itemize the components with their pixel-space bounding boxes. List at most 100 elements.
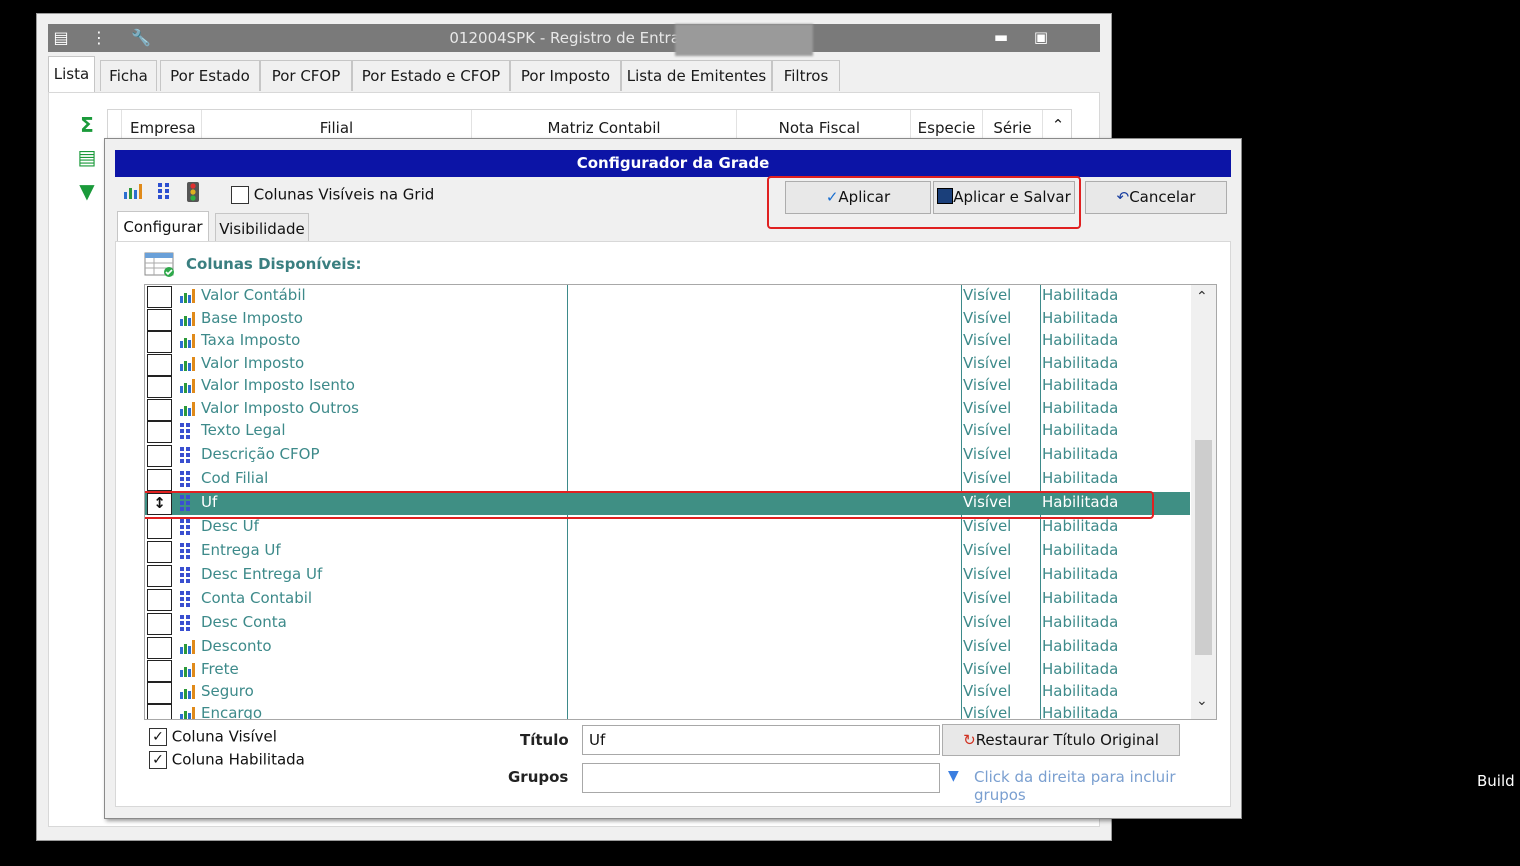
row-handle[interactable]	[147, 421, 172, 443]
row-handle[interactable]	[147, 517, 172, 539]
bar-chart-icon[interactable]	[123, 182, 143, 204]
tab-lista[interactable]: Lista	[48, 56, 95, 92]
grid-icon	[179, 566, 197, 584]
tab-filtros[interactable]: Filtros	[772, 60, 840, 91]
table-row[interactable]: Desc Uf Visível Habilitada	[145, 516, 1190, 539]
traffic-light-icon[interactable]	[183, 182, 203, 204]
row-handle[interactable]	[147, 565, 172, 587]
sum-icon[interactable]: Σ	[76, 114, 98, 136]
row-handle[interactable]	[147, 376, 172, 398]
tab-lista-emitentes[interactable]: Lista de Emitentes	[621, 60, 772, 91]
check-icon: ✓	[825, 188, 839, 206]
table-row[interactable]: Texto Legal Visível Habilitada	[145, 420, 1190, 443]
table-row[interactable]: Valor Imposto Visível Habilitada	[145, 353, 1190, 376]
groups-input[interactable]	[582, 763, 940, 793]
col-empresa[interactable]: Empresa	[122, 110, 202, 140]
column-visible-checkbox[interactable]: ✓	[149, 727, 167, 746]
bar-chart-icon	[179, 661, 197, 679]
export-icon[interactable]: ▤	[76, 146, 98, 168]
visible-columns-checkbox[interactable]	[231, 185, 249, 204]
restore-title-button[interactable]: ↻Restaurar Título Original	[942, 724, 1180, 756]
maximize-icon[interactable]: ▣	[1030, 28, 1052, 46]
table-row[interactable]: Descrição CFOP Visível Habilitada	[145, 444, 1190, 467]
row-handle[interactable]	[147, 541, 172, 563]
title-input[interactable]: Uf	[582, 725, 940, 755]
row-handle[interactable]	[147, 354, 172, 376]
table-row[interactable]: Conta Contabil Visível Habilitada	[145, 588, 1190, 611]
tab-por-estado[interactable]: Por Estado	[160, 60, 260, 91]
row-handle[interactable]	[147, 399, 172, 421]
tab-por-cfop[interactable]: Por CFOP	[260, 60, 352, 91]
tab-ficha[interactable]: Ficha	[100, 60, 157, 91]
column-visible-label: Coluna Visível	[171, 727, 277, 746]
table-row[interactable]: Desc Conta Visível Habilitada	[145, 612, 1190, 635]
bar-chart-icon	[179, 705, 197, 719]
groups-hint: Click da direita para incluir grupos	[974, 768, 1176, 804]
col-nota-fiscal[interactable]: Nota Fiscal	[737, 110, 911, 140]
row-label: Conta Contabil	[201, 589, 313, 607]
scroll-up-icon[interactable]: ⌃	[1044, 110, 1072, 140]
grid-scrollbar[interactable]: ⌃ ⌄	[1191, 285, 1216, 719]
bar-chart-icon	[179, 638, 197, 656]
col-especie[interactable]: Especie	[911, 110, 983, 140]
tab-configurar[interactable]: Configurar	[117, 211, 209, 243]
tab-por-imposto[interactable]: Por Imposto	[510, 60, 621, 91]
row-label: Base Imposto	[201, 309, 303, 327]
table-row[interactable]: Desc Entrega Uf Visível Habilitada	[145, 564, 1190, 587]
row-handle[interactable]	[147, 309, 172, 331]
row-label: Cod Filial	[201, 469, 269, 487]
dropdown-arrow-icon[interactable]: ▼	[948, 768, 959, 784]
table-row[interactable]: Valor Imposto Outros Visível Habilitada	[145, 398, 1190, 421]
table-row[interactable]: Valor Imposto Isento Visível Habilitada	[145, 375, 1190, 398]
row-handle[interactable]	[147, 682, 172, 704]
columns-grid[interactable]: Valor Contábil Visível Habilitada Base Impo…	[144, 284, 1217, 720]
table-row[interactable]: Encargo Visível Habilitada	[145, 703, 1190, 719]
column-enabled-checkbox[interactable]: ✓	[149, 750, 167, 769]
row-label: Texto Legal	[201, 421, 286, 439]
table-row[interactable]: Cod Filial Visível Habilitada	[145, 468, 1190, 491]
minimize-icon[interactable]: ▬	[990, 28, 1012, 46]
row-handle[interactable]	[147, 637, 172, 659]
row-handle[interactable]	[147, 660, 172, 682]
cancel-button[interactable]: ↶Cancelar	[1085, 181, 1227, 214]
table-row[interactable]: Entrega Uf Visível Habilitada	[145, 540, 1190, 563]
row-handle[interactable]	[147, 613, 172, 635]
columns-table-icon	[144, 252, 176, 282]
apply-button[interactable]: ✓Aplicar	[785, 181, 931, 214]
bar-chart-icon	[179, 310, 197, 328]
table-row[interactable]: Taxa Imposto Visível Habilitada	[145, 330, 1190, 353]
table-row[interactable]: Valor Contábil Visível Habilitada	[145, 285, 1190, 308]
apply-save-button[interactable]: Aplicar e Salvar	[933, 181, 1075, 214]
row-handle[interactable]	[147, 331, 172, 353]
bar-chart-icon	[179, 400, 197, 418]
table-row[interactable]: Frete Visível Habilitada	[145, 659, 1190, 682]
visible-columns-toggle[interactable]: Colunas Visíveis na Grid	[231, 185, 434, 204]
table-row[interactable]: Base Imposto Visível Habilitada	[145, 308, 1190, 331]
row-handle[interactable]	[147, 445, 172, 467]
row-visible: Visível	[963, 376, 1012, 394]
row-handle[interactable]	[147, 286, 172, 308]
expand-icon[interactable]: ▼	[76, 180, 98, 202]
col-serie[interactable]: Série	[983, 110, 1043, 140]
table-row[interactable]: Desconto Visível Habilitada	[145, 636, 1190, 659]
row-enabled: Habilitada	[1042, 613, 1119, 631]
grid-icon	[179, 542, 197, 560]
scroll-thumb[interactable]	[1195, 440, 1212, 655]
row-handle[interactable]	[147, 469, 172, 491]
row-handle[interactable]	[147, 589, 172, 611]
row-handle[interactable]	[147, 704, 172, 719]
column-enabled-option[interactable]: ✓ Coluna Habilitada	[149, 750, 305, 769]
tab-visibilidade[interactable]: Visibilidade	[215, 213, 309, 243]
undo-icon: ↶	[1116, 188, 1130, 206]
column-enabled-label: Coluna Habilitada	[171, 750, 305, 769]
col-filial[interactable]: Filial	[202, 110, 472, 140]
tab-por-estado-cfop[interactable]: Por Estado e CFOP	[352, 60, 510, 91]
col-matriz-contabil[interactable]: Matriz Contabil	[472, 110, 737, 140]
scroll-down-icon[interactable]: ⌄	[1196, 693, 1208, 709]
row-label: Descrição CFOP	[201, 445, 320, 463]
main-titlebar: ▤ ⋮ 🔧 012004SPK - Registro de Entrada ▬ …	[48, 24, 1100, 56]
scroll-up-icon[interactable]: ⌃	[1196, 289, 1208, 305]
grid-icon[interactable]	[155, 182, 175, 204]
column-visible-option[interactable]: ✓ Coluna Visível	[149, 727, 277, 746]
table-row[interactable]: Seguro Visível Habilitada	[145, 681, 1190, 704]
